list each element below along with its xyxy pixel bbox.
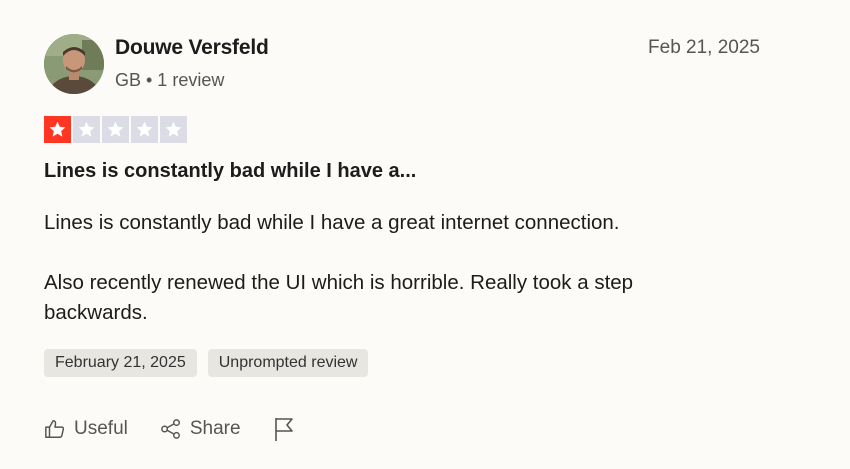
review-paragraph: Lines is constantly bad while I have a g…: [44, 211, 620, 234]
review-body: Lines is constantly bad while I have a g…: [44, 208, 704, 328]
share-button[interactable]: Share: [160, 418, 241, 440]
thumbs-up-icon: [45, 420, 65, 438]
reviewer-avatar[interactable]: [44, 34, 104, 94]
experience-date-tag: February 21, 2025: [44, 349, 197, 377]
reviewer-name[interactable]: Douwe Versfeld: [115, 36, 269, 60]
useful-button[interactable]: Useful: [44, 418, 128, 440]
star-icon: [160, 116, 187, 143]
star-icon: [73, 116, 100, 143]
user-photo-icon: [44, 34, 104, 94]
review-paragraph: Also recently renewed the UI which is ho…: [44, 271, 634, 324]
star-rating: [44, 116, 187, 143]
share-label: Share: [189, 418, 241, 439]
review-date: Feb 21, 2025: [648, 37, 760, 58]
flag-icon: [274, 418, 293, 441]
reviewer-meta: GB • 1 review: [115, 70, 225, 90]
report-button[interactable]: [273, 416, 295, 442]
review-title[interactable]: Lines is constantly bad while I have a..…: [44, 160, 416, 183]
review-actions: Useful Share: [44, 416, 295, 442]
unprompted-review-tag[interactable]: Unprompted review: [207, 349, 369, 377]
star-icon: [131, 116, 158, 143]
review-tags: February 21, 2025 Unprompted review: [44, 349, 369, 377]
useful-label: Useful: [74, 418, 128, 439]
star-icon: [102, 116, 129, 143]
star-icon: [44, 116, 71, 143]
share-icon: [160, 419, 180, 439]
review-card: Douwe Versfeld GB • 1 review Feb 21, 202…: [0, 0, 850, 469]
